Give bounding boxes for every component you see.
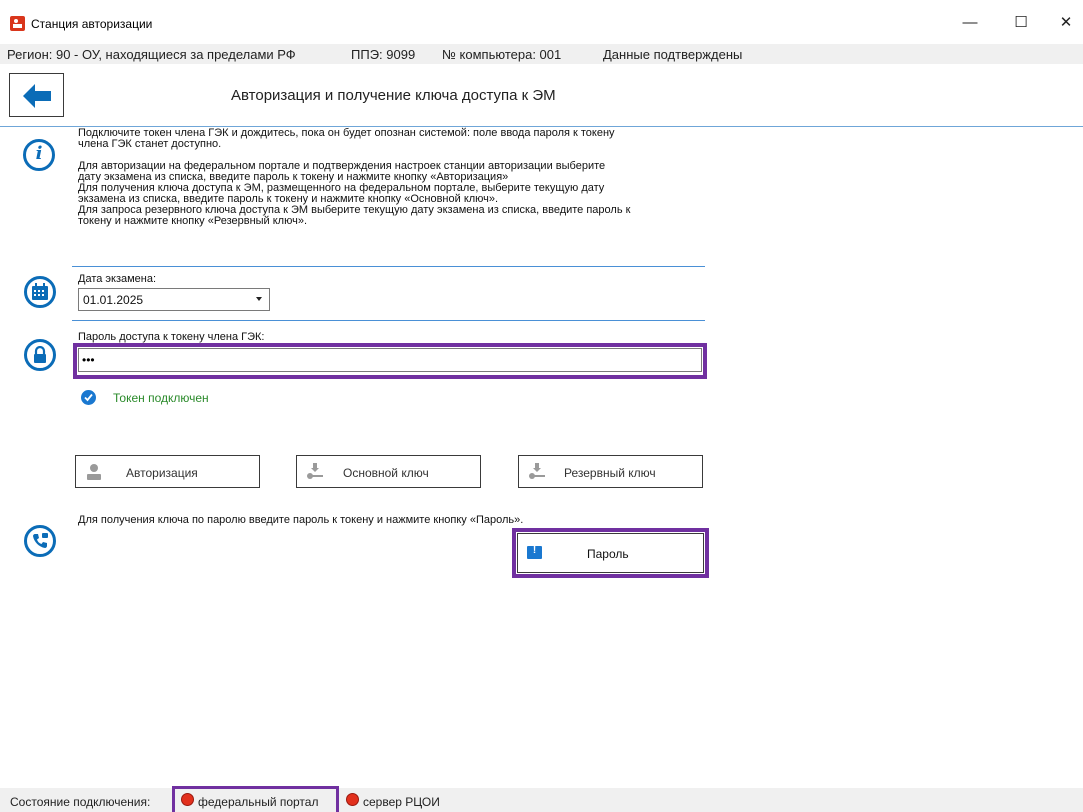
title-bar: Станция авторизации — ☐ ✕ — [0, 0, 1083, 44]
instructions-text: Подключите токен члена ГЭК и дождитесь, … — [78, 128, 703, 227]
user-icon — [87, 464, 101, 480]
ppe-text: ППЭ: 9099 — [351, 47, 416, 62]
reserve-key-button-label: Резервный ключ — [564, 466, 656, 480]
info-bar: Регион: 90 - ОУ, находящиеся за пределам… — [0, 44, 1083, 64]
close-button[interactable]: ✕ — [1051, 10, 1081, 36]
message-alert-icon: ! — [527, 545, 542, 559]
maximize-button[interactable]: ☐ — [1006, 10, 1036, 36]
portal-status-text: федеральный портал — [198, 795, 319, 809]
token-status-text: Токен подключен — [113, 391, 209, 405]
phone-icon — [24, 525, 56, 557]
section-divider — [72, 320, 705, 321]
password-input[interactable]: ••• — [78, 348, 702, 372]
main-key-button[interactable]: Основной ключ — [296, 455, 481, 488]
check-circle-icon — [81, 390, 96, 405]
region-text: Регион: 90 - ОУ, находящиеся за пределам… — [7, 47, 296, 62]
page-title: Авторизация и получение ключа доступа к … — [231, 87, 556, 104]
connection-status-label: Состояние подключения: — [10, 795, 151, 809]
instruction-line: члена ГЭК станет доступно. — [78, 138, 222, 150]
arrow-left-icon — [23, 84, 51, 108]
password-key-hint: Для получения ключа по паролю введите па… — [78, 514, 524, 526]
reserve-key-button[interactable]: Резервный ключ — [518, 455, 703, 488]
back-button[interactable] — [9, 73, 64, 117]
minimize-button[interactable]: — — [955, 10, 985, 36]
section-divider — [72, 266, 705, 267]
rcoi-status-indicator-icon — [346, 793, 359, 806]
password-label: Пароль доступа к токену члена ГЭК: — [78, 331, 265, 343]
calendar-icon — [24, 276, 56, 308]
rcoi-status-text: сервер РЦОИ — [363, 795, 440, 809]
data-status-text: Данные подтверждены — [603, 47, 743, 62]
portal-status-indicator-icon — [181, 793, 194, 806]
password-button[interactable]: ! Пароль — [517, 533, 704, 573]
main-key-button-label: Основной ключ — [343, 466, 429, 480]
lock-icon — [24, 339, 56, 371]
window-title: Станция авторизации — [31, 17, 153, 31]
authorization-button-label: Авторизация — [126, 466, 198, 480]
password-button-label: Пароль — [587, 547, 629, 561]
chevron-down-icon — [256, 297, 262, 301]
instruction-line: токену и нажмите кнопку «Резервный ключ»… — [78, 215, 308, 227]
exam-date-select[interactable]: 01.01.2025 — [78, 288, 270, 311]
authorization-button[interactable]: Авторизация — [75, 455, 260, 488]
key-download-icon — [529, 463, 545, 479]
exam-date-value: 01.01.2025 — [83, 293, 144, 307]
app-icon — [10, 16, 25, 31]
exam-date-label: Дата экзамена: — [78, 273, 157, 285]
status-bar: Состояние подключения: — [0, 788, 1083, 812]
computer-number-text: № компьютера: 001 — [442, 47, 562, 62]
info-icon: i — [23, 139, 55, 171]
key-download-icon — [307, 463, 323, 479]
